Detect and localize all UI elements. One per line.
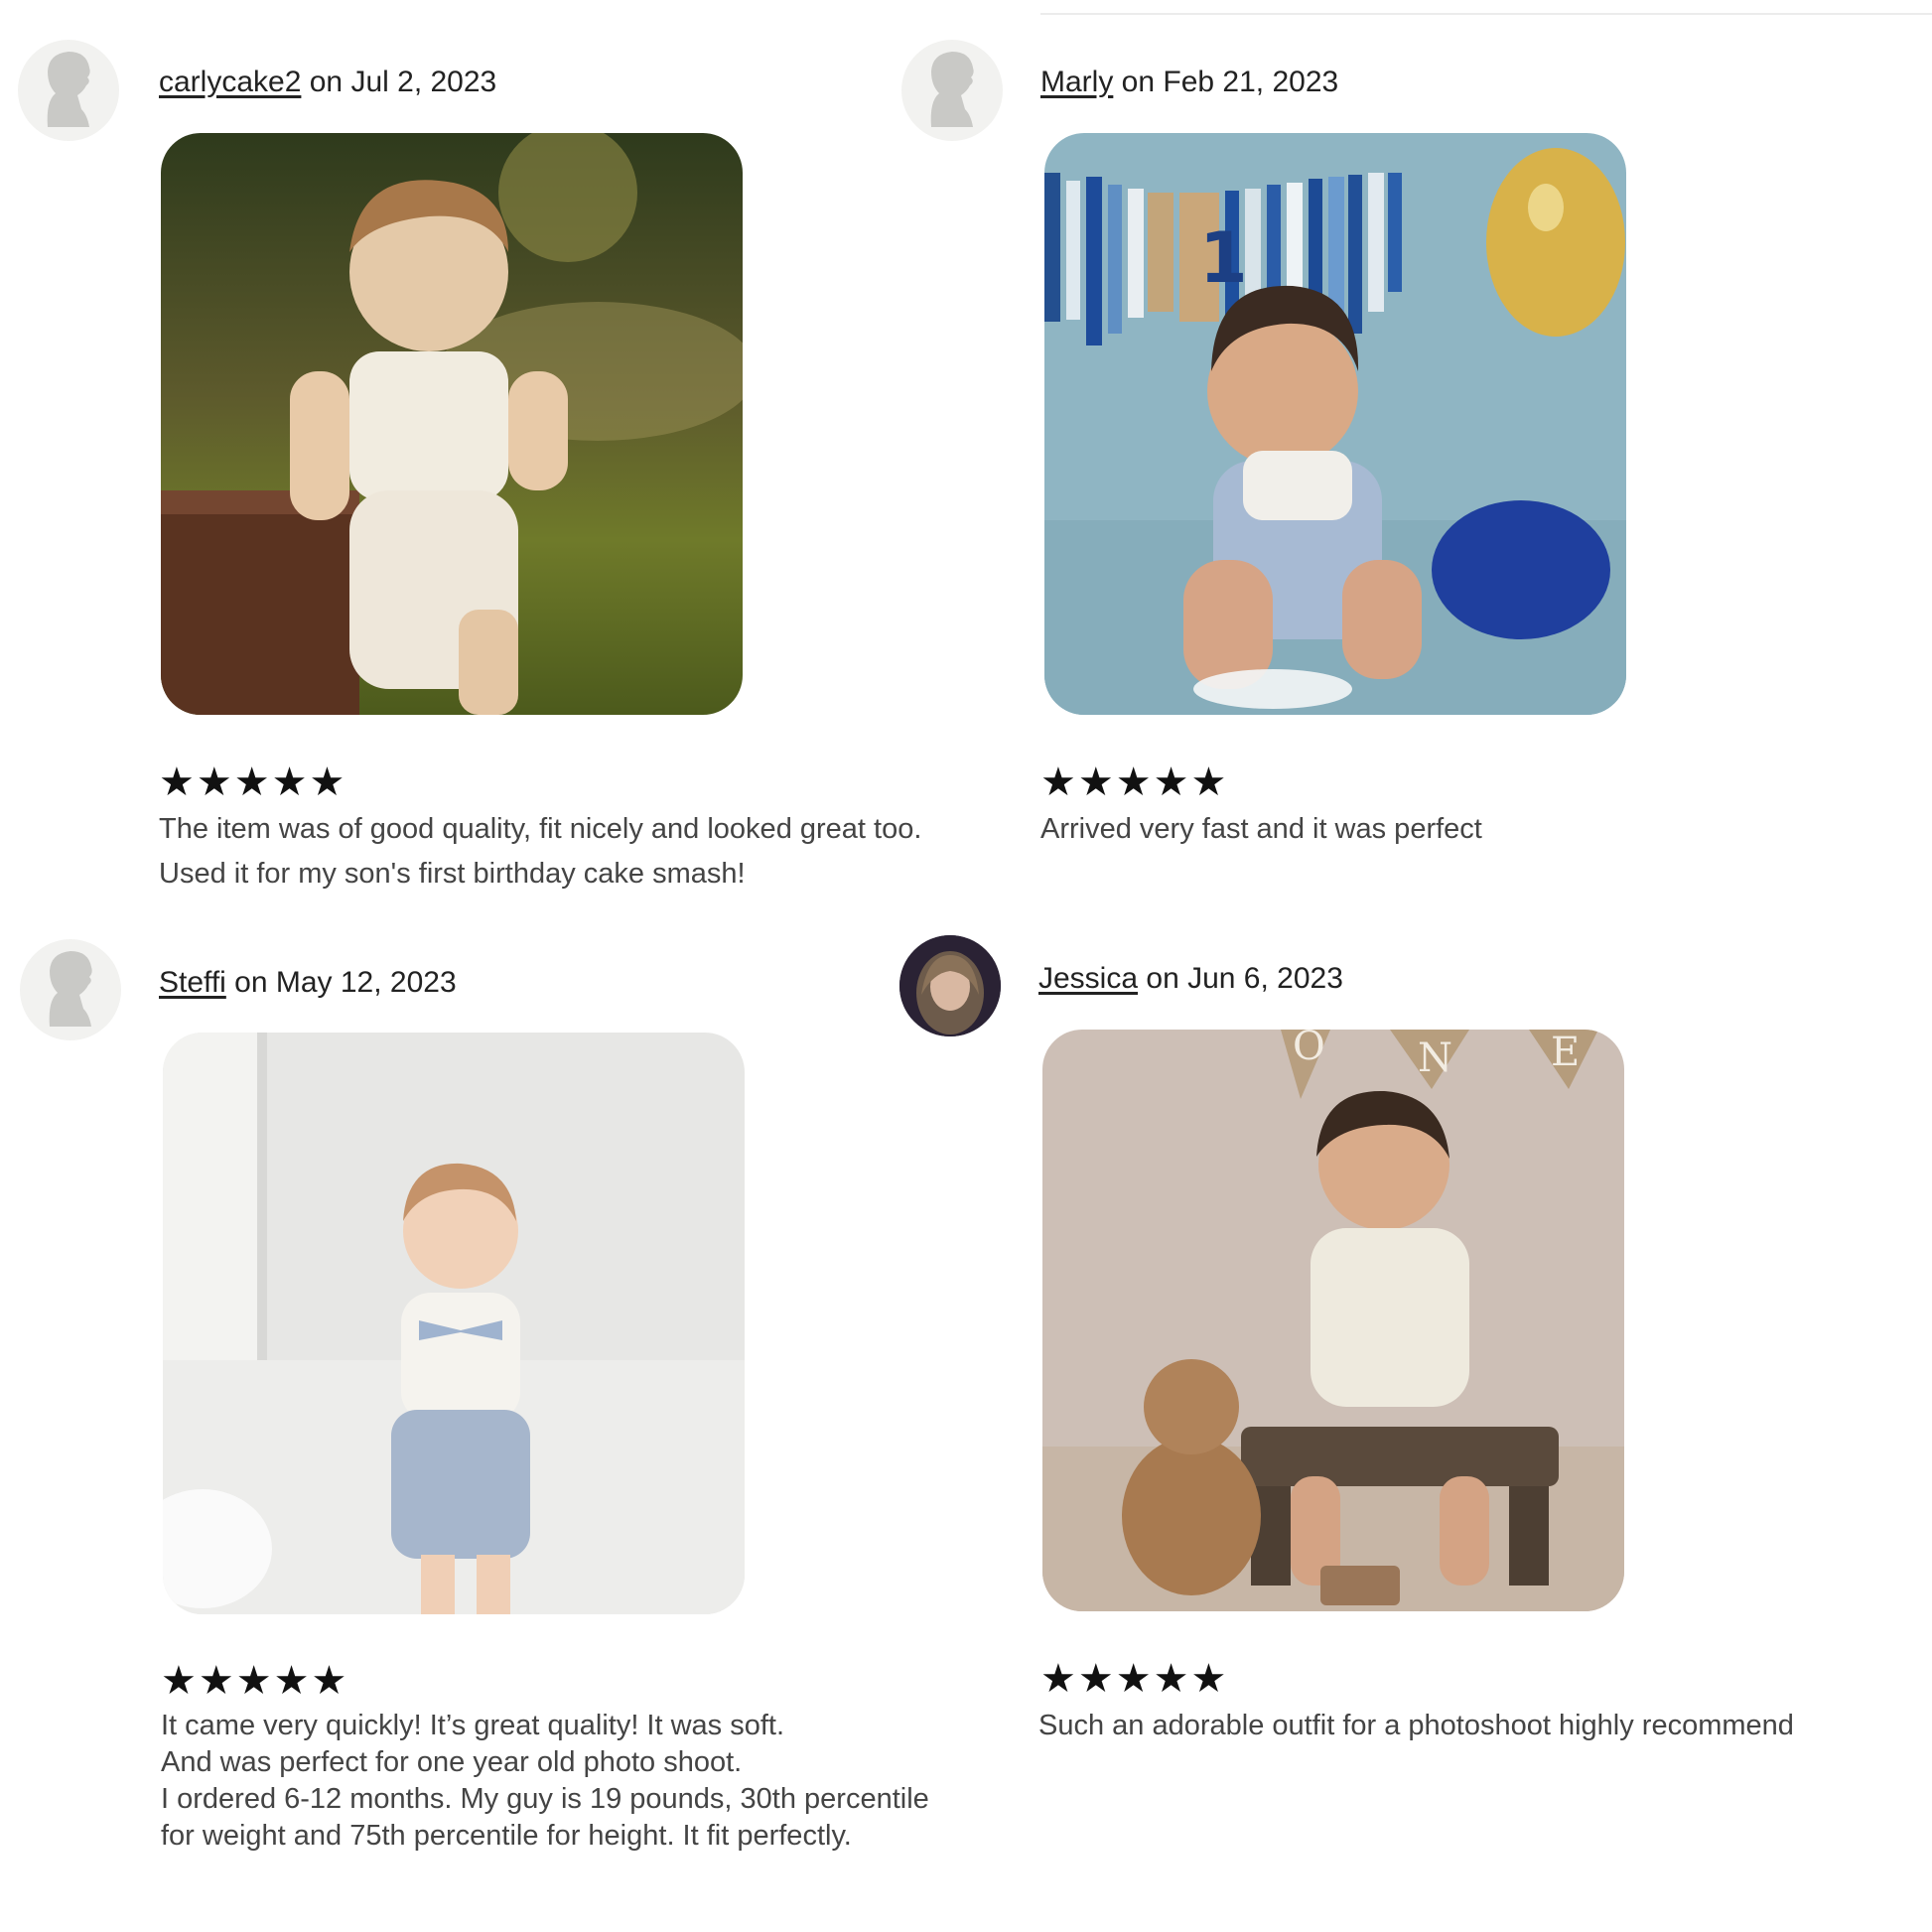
- review-text-line: The item was of good quality, fit nicely…: [159, 813, 922, 845]
- reviewer-name-link[interactable]: Steffi: [159, 966, 226, 999]
- baby-in-forest-photo: [161, 133, 743, 715]
- star-rating: ★★★★★: [159, 759, 347, 805]
- review-date: on Jun 6, 2023: [1138, 962, 1343, 995]
- reviewer-name-link[interactable]: Marly: [1040, 66, 1113, 98]
- review-text-line: for weight and 75th percentile for heigh…: [161, 1820, 852, 1852]
- review-text: The item was of good quality, fit nicely…: [159, 807, 921, 897]
- reviewer-name-link[interactable]: Jessica: [1038, 962, 1138, 995]
- review-date: on Jul 2, 2023: [301, 66, 497, 98]
- baby-standing-studio-photo: [163, 1033, 745, 1614]
- default-user-icon: [47, 52, 90, 127]
- banner-letter: E: [1551, 1030, 1580, 1075]
- review-text-line: Used it for my son's first birthday cake…: [159, 858, 746, 890]
- review-header: carlycake2 on Jul 2, 2023: [159, 66, 496, 99]
- avatar-placeholder[interactable]: [20, 939, 121, 1040]
- reviewer-name-link[interactable]: carlycake2: [159, 66, 301, 98]
- banner-letter: N: [1418, 1035, 1452, 1081]
- baby-cake-smash-photo: 1: [1044, 133, 1626, 715]
- review-text-line: Arrived very fast and it was perfect: [1040, 813, 1482, 845]
- review-text: Such an adorable outfit for a photoshoot…: [1038, 1704, 1794, 1748]
- review-header: Steffi on May 12, 2023: [159, 966, 457, 1000]
- review-date: on Feb 21, 2023: [1113, 66, 1339, 98]
- review-photo[interactable]: [163, 1033, 745, 1614]
- avatar-placeholder[interactable]: [18, 40, 119, 141]
- star-rating: ★★★★★: [1040, 1656, 1229, 1702]
- review-text-line: Such an adorable outfit for a photoshoot…: [1038, 1710, 1794, 1741]
- user-photo-avatar: [899, 935, 1001, 1036]
- default-user-icon: [49, 951, 92, 1027]
- default-user-icon: [930, 52, 974, 127]
- baby-on-bench-photo: O N E: [1042, 1030, 1624, 1611]
- review-text-line: It came very quickly! It’s great quality…: [161, 1710, 785, 1741]
- review-text-line: I ordered 6-12 months. My guy is 19 poun…: [161, 1783, 929, 1815]
- top-divider: [1040, 13, 1932, 15]
- banner-letter: O: [1293, 1030, 1325, 1069]
- avatar-photo[interactable]: [899, 935, 1001, 1036]
- avatar-placeholder[interactable]: [901, 40, 1003, 141]
- review-header: Jessica on Jun 6, 2023: [1038, 962, 1343, 996]
- review-text-line: And was perfect for one year old photo s…: [161, 1746, 743, 1778]
- star-rating: ★★★★★: [161, 1658, 349, 1704]
- review-text: Arrived very fast and it was perfect: [1040, 807, 1482, 852]
- star-rating: ★★★★★: [1040, 759, 1229, 805]
- review-header: Marly on Feb 21, 2023: [1040, 66, 1338, 99]
- review-photo[interactable]: O N E: [1042, 1030, 1624, 1611]
- review-photo[interactable]: [161, 133, 743, 715]
- cake-banner-number: 1: [1199, 217, 1248, 299]
- review-text: It came very quickly! It’s great quality…: [161, 1708, 929, 1855]
- review-photo[interactable]: 1: [1044, 133, 1626, 715]
- review-date: on May 12, 2023: [225, 966, 457, 999]
